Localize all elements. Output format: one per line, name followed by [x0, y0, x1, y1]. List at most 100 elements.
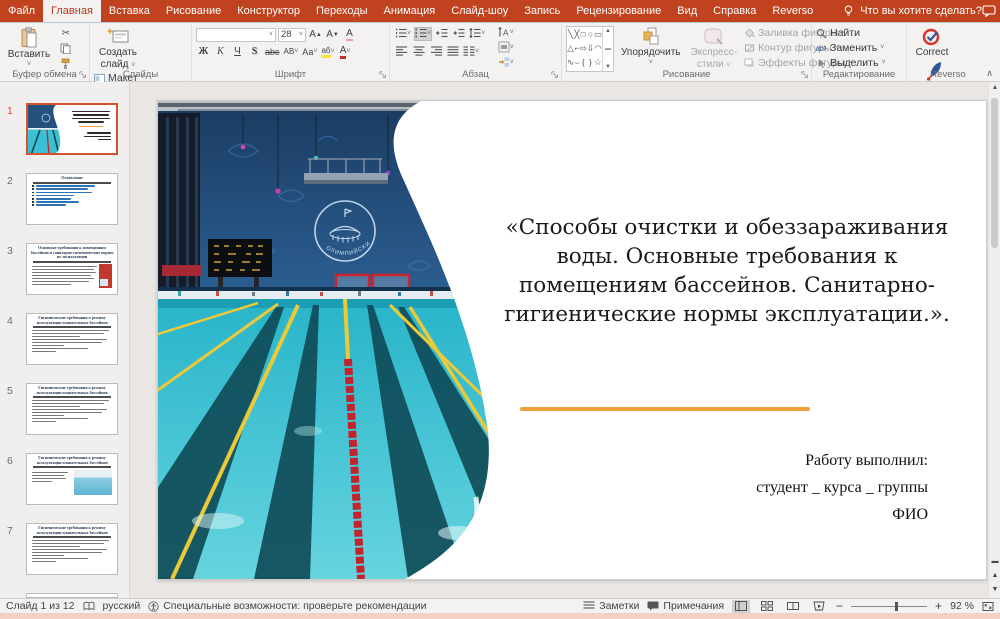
ribbon-tab-вставка[interactable]: Вставка — [101, 0, 158, 22]
quick-styles-button[interactable]: Экспресс- стили ˅ — [688, 26, 741, 71]
pool-photo[interactable]: ОЛИМПИЙСКИЙ — [158, 101, 518, 579]
view-normal-button[interactable] — [732, 600, 750, 613]
columns-button[interactable]: ˅ — [462, 45, 480, 59]
drawing-dialog-launcher[interactable] — [801, 71, 809, 79]
cut-button[interactable]: ✂ — [58, 26, 73, 40]
clear-formatting-button[interactable]: А — [342, 28, 357, 42]
shape-tool-icon[interactable]: ╳ — [574, 29, 579, 39]
strikethrough-button[interactable]: abc — [264, 45, 281, 59]
ribbon-tab-справка[interactable]: Справка — [705, 0, 764, 22]
ribbon-tab-главная[interactable]: Главная — [43, 0, 101, 22]
shape-tool-icon[interactable]: ▭ — [594, 29, 602, 39]
replace-button[interactable]: abЗаменить˅ — [816, 41, 886, 55]
accessibility-checker[interactable]: Специальные возможности: проверьте реком… — [148, 600, 426, 612]
view-slideshow-button[interactable] — [810, 600, 828, 613]
shape-tool-icon[interactable]: ◠ — [594, 43, 601, 53]
highlight-color-button[interactable]: аб˅ — [320, 45, 335, 59]
shape-tool-icon[interactable]: ⌣ — [574, 57, 580, 67]
change-case-button[interactable]: Аа˅ — [301, 45, 318, 59]
select-button[interactable]: Выделить˅ — [816, 56, 886, 70]
shape-tool-icon[interactable]: ⇨ — [580, 43, 587, 53]
fit-slide-button[interactable] — [982, 601, 994, 612]
shape-tool-icon[interactable]: ╲ — [568, 29, 573, 39]
underline-button[interactable]: Ч — [230, 45, 245, 59]
ribbon-tab-рисование[interactable]: Рисование — [158, 0, 229, 22]
paste-button[interactable]: Вставить ˅ — [4, 26, 54, 69]
slide-title-textbox[interactable]: «Способы очистки и обеззараживания воды.… — [494, 213, 960, 329]
slide-thumbnail-2[interactable]: Оглавление — [26, 173, 118, 225]
slide-thumbnail-panel[interactable]: 1 2Оглавление 3Основные требования к пом… — [0, 82, 130, 598]
view-slide-sorter-button[interactable] — [758, 600, 776, 613]
align-text-button[interactable]: ˅ — [497, 41, 515, 55]
line-spacing-button[interactable]: ˅ — [468, 27, 486, 41]
numbering-button[interactable]: ˅ — [414, 27, 432, 41]
ribbon-tab-конструктор[interactable]: Конструктор — [229, 0, 308, 22]
previous-slide-button[interactable]: ▲ — [989, 569, 1000, 582]
shape-tool-icon[interactable]: { — [582, 57, 585, 67]
shapes-gallery[interactable]: ╲╳□○▭△⌐⇨⇩◠∿⌣{}☆ ▲▬▼ — [566, 26, 614, 72]
scroll-up-icon[interactable]: ▲ — [989, 84, 1000, 91]
reverso-correct-button[interactable]: Correct — [911, 26, 953, 60]
slide-thumbnail-5[interactable]: Гигиенические требования к режиму эксплу… — [26, 383, 118, 435]
ribbon-tab-вид[interactable]: Вид — [669, 0, 705, 22]
zoom-out-button[interactable]: − — [836, 599, 843, 613]
italic-button[interactable]: К — [213, 45, 228, 59]
zoom-level[interactable]: 92 % — [950, 600, 974, 612]
align-right-button[interactable] — [428, 45, 443, 59]
text-direction-button[interactable]: А˅ — [497, 26, 515, 40]
bullets-button[interactable]: ˅ — [394, 27, 412, 41]
shape-tool-icon[interactable]: □ — [581, 29, 586, 39]
shrink-font-button[interactable]: А▼ — [325, 28, 340, 42]
arrange-button[interactable]: Упорядочить ˅ — [618, 26, 684, 67]
slide-counter[interactable]: Слайд 1 из 12 — [6, 600, 75, 612]
notes-toggle[interactable]: Заметки — [583, 599, 639, 614]
slide-thumbnail-7[interactable]: Гигиенические требования к режиму эксплу… — [26, 523, 118, 575]
ribbon-tab-запись[interactable]: Запись — [516, 0, 568, 22]
scrollbar-thumb[interactable] — [991, 98, 998, 248]
ribbon-tab-слайд-шоу[interactable]: Слайд-шоу — [443, 0, 516, 22]
bold-button[interactable]: Ж — [196, 45, 211, 59]
font-color-button[interactable]: А˅ — [338, 45, 353, 59]
ribbon-tab-анимация[interactable]: Анимация — [376, 0, 444, 22]
format-painter-button[interactable] — [58, 56, 73, 70]
shape-tool-icon[interactable]: ⌐ — [574, 43, 579, 53]
comments-toggle[interactable]: Примечания — [647, 600, 724, 612]
decrease-indent-button[interactable] — [434, 27, 449, 41]
grow-font-button[interactable]: А▲ — [308, 28, 323, 42]
align-center-button[interactable] — [411, 45, 426, 59]
shapes-gallery-scrollbar[interactable]: ▲▬▼ — [602, 27, 613, 71]
convert-smartart-button[interactable]: ˅ — [497, 56, 515, 70]
slide-thumbnail-3[interactable]: Основные требования к помещениям бассейн… — [26, 243, 118, 295]
find-button[interactable]: Найти — [816, 26, 886, 40]
zoom-slider-thumb[interactable] — [895, 602, 898, 611]
font-dialog-launcher[interactable] — [379, 71, 387, 79]
shape-tool-icon[interactable]: ○ — [588, 29, 593, 39]
font-size-combobox[interactable]: 28˅ — [278, 28, 306, 42]
font-name-combobox[interactable]: ˅ — [196, 28, 276, 42]
comments-chrome-button[interactable] — [982, 0, 996, 22]
shape-tool-icon[interactable]: } — [589, 57, 592, 67]
paragraph-dialog-launcher[interactable] — [551, 71, 559, 79]
slide-accent-line[interactable] — [520, 407, 810, 411]
vertical-scrollbar[interactable]: ▲ ▬ ▲ ▼ — [988, 82, 1000, 598]
ribbon-tab-file[interactable]: Файл — [0, 0, 43, 22]
zoom-in-button[interactable]: + — [935, 599, 942, 613]
shape-tool-icon[interactable]: △ — [567, 43, 574, 53]
view-reading-button[interactable] — [784, 600, 802, 613]
shape-tool-icon[interactable]: ☆ — [594, 57, 602, 67]
ribbon-tab-рецензирование[interactable]: Рецензирование — [568, 0, 669, 22]
new-slide-button[interactable]: Создать слайд ˅ — [94, 26, 142, 71]
slide-thumbnail-1[interactable] — [26, 103, 118, 155]
slide-credits-textbox[interactable]: Работу выполнил: студент _ курса _ групп… — [756, 447, 928, 528]
tell-me-box[interactable]: Что вы хотите сделать? — [843, 0, 982, 22]
justify-button[interactable] — [445, 45, 460, 59]
language-indicator[interactable]: русский — [103, 600, 141, 612]
increase-indent-button[interactable] — [451, 27, 466, 41]
ribbon-tab-reverso[interactable]: Reverso — [764, 0, 821, 22]
slide-thumbnail-4[interactable]: Гигиенические требования к режиму эксплу… — [26, 313, 118, 365]
next-slide-button[interactable]: ▼ — [989, 583, 1000, 596]
shape-tool-icon[interactable]: ⇩ — [587, 43, 594, 53]
align-left-button[interactable] — [394, 45, 409, 59]
spell-check-button[interactable] — [83, 601, 95, 611]
character-spacing-button[interactable]: АВ˅ — [283, 45, 300, 59]
